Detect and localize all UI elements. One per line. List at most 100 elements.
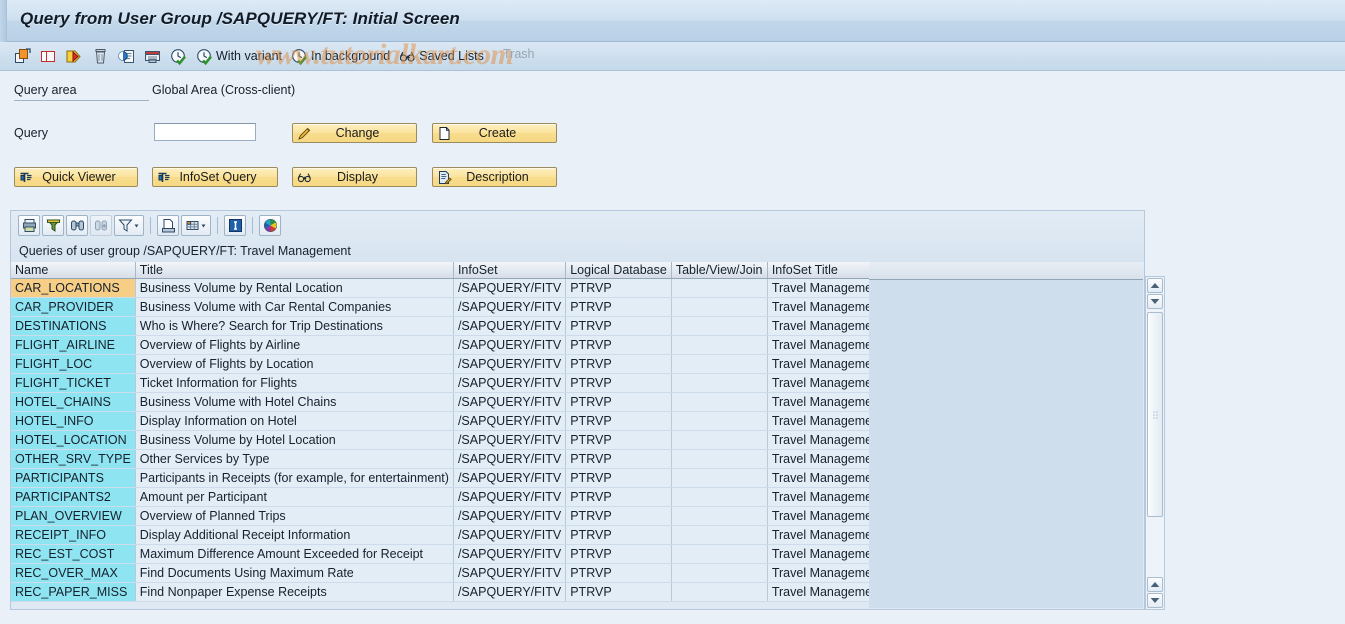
scroll-down-bottom-icon[interactable] xyxy=(1147,593,1163,608)
change-button[interactable]: Change xyxy=(292,123,417,143)
cell-table-view-join[interactable] xyxy=(671,506,768,526)
cell-table-view-join[interactable] xyxy=(671,411,768,431)
cell-name[interactable]: FLIGHT_LOC xyxy=(11,354,136,374)
create-button[interactable]: Create xyxy=(432,123,557,143)
cell-table-view-join[interactable] xyxy=(671,278,768,298)
table-row[interactable]: PARTICIPANTS2 Amount per Participant/SAPQ… xyxy=(11,487,890,507)
cell-infoset[interactable]: /SAPQUERY/FITV xyxy=(453,335,567,355)
cell-name[interactable]: PLAN_OVERVIEW xyxy=(11,506,136,526)
cell-table-view-join[interactable] xyxy=(671,392,768,412)
description-button[interactable]: Description xyxy=(432,167,557,187)
cell-infoset[interactable]: /SAPQUERY/FITV xyxy=(453,411,567,431)
cell-logical-database[interactable]: PTRVP xyxy=(565,563,672,583)
table-row[interactable]: OTHER_SRV_TYPE Other Services by Type/SAP… xyxy=(11,449,890,469)
cell-table-view-join[interactable] xyxy=(671,468,768,488)
table-row[interactable]: FLIGHT_LOC Overview of Flights by Locatio… xyxy=(11,354,890,374)
create-icon[interactable] xyxy=(11,45,34,67)
table-row[interactable]: HOTEL_INFO Display Information on Hotel/S… xyxy=(11,411,890,431)
table-row[interactable]: CAR_PROVIDER Business Volume with Car Ren… xyxy=(11,297,890,317)
cell-name[interactable]: PARTICIPANTS xyxy=(11,468,136,488)
cell-logical-database[interactable]: PTRVP xyxy=(565,411,672,431)
cell-infoset[interactable]: /SAPQUERY/FITV xyxy=(453,582,567,602)
cell-title[interactable]: Overview of Planned Trips xyxy=(135,506,454,526)
vertical-scrollbar[interactable] xyxy=(1145,276,1165,610)
cell-logical-database[interactable]: PTRVP xyxy=(565,506,672,526)
table-row[interactable]: RECEIPT_INFO Display Additional Receipt I… xyxy=(11,525,890,545)
cell-name[interactable]: OTHER_SRV_TYPE xyxy=(11,449,136,469)
with-variant-button[interactable]: With variant xyxy=(193,45,285,67)
cell-title[interactable]: Ticket Information for Flights xyxy=(135,373,454,393)
col-header-name[interactable]: Name xyxy=(11,262,136,279)
cell-logical-database[interactable]: PTRVP xyxy=(565,468,672,488)
cell-infoset[interactable]: /SAPQUERY/FITV xyxy=(453,487,567,507)
cell-logical-database[interactable]: PTRVP xyxy=(565,487,672,507)
cell-table-view-join[interactable] xyxy=(671,430,768,450)
cell-title[interactable]: Business Volume by Hotel Location xyxy=(135,430,454,450)
cell-infoset[interactable]: /SAPQUERY/FITV xyxy=(453,297,567,317)
table-row[interactable]: PLAN_OVERVIEW Overview of Planned Trips/S… xyxy=(11,506,890,526)
cell-name[interactable]: RECEIPT_INFO xyxy=(11,525,136,545)
table-row[interactable]: REC_PAPER_MISS Find Nonpaper Expense Rece… xyxy=(11,582,890,602)
filter-button[interactable] xyxy=(114,214,144,236)
cell-logical-database[interactable]: PTRVP xyxy=(565,354,672,374)
cell-table-view-join[interactable] xyxy=(671,487,768,507)
cell-infoset[interactable]: /SAPQUERY/FITV xyxy=(453,449,567,469)
saved-lists-button[interactable]: Saved Lists xyxy=(396,45,487,67)
table-row[interactable]: HOTEL_CHAINS Business Volume with Hotel C… xyxy=(11,392,890,412)
trash-icon[interactable] xyxy=(89,45,112,67)
table-row[interactable]: HOTEL_LOCATION Business Volume by Hotel L… xyxy=(11,430,890,450)
cell-logical-database[interactable]: PTRVP xyxy=(565,525,672,545)
cell-infoset[interactable]: /SAPQUERY/FITV xyxy=(453,354,567,374)
cell-name[interactable]: REC_EST_COST xyxy=(11,544,136,564)
cell-name[interactable]: HOTEL_CHAINS xyxy=(11,392,136,412)
cell-title[interactable]: Participants in Receipts (for example, f… xyxy=(135,468,454,488)
table-row[interactable]: REC_OVER_MAX Find Documents Using Maximum… xyxy=(11,563,890,583)
cell-table-view-join[interactable] xyxy=(671,449,768,469)
cell-title[interactable]: Overview of Flights by Location xyxy=(135,354,454,374)
cell-title[interactable]: Find Nonpaper Expense Receipts xyxy=(135,582,454,602)
cell-name[interactable]: CAR_LOCATIONS xyxy=(11,278,136,298)
col-header-logical-database[interactable]: Logical Database xyxy=(565,262,672,279)
cell-logical-database[interactable]: PTRVP xyxy=(565,544,672,564)
cell-infoset[interactable]: /SAPQUERY/FITV xyxy=(453,430,567,450)
cell-logical-database[interactable]: PTRVP xyxy=(565,373,672,393)
cell-name[interactable]: PARTICIPANTS2 xyxy=(11,487,136,507)
table-row[interactable]: CAR_LOCATIONS Business Volume by Rental L… xyxy=(11,278,890,298)
cell-title[interactable]: Display Additional Receipt Information xyxy=(135,525,454,545)
cell-infoset[interactable]: /SAPQUERY/FITV xyxy=(453,392,567,412)
in-background-button[interactable]: In background xyxy=(288,45,393,67)
cell-infoset[interactable]: /SAPQUERY/FITV xyxy=(453,468,567,488)
cell-title[interactable]: Business Volume with Hotel Chains xyxy=(135,392,454,412)
cell-infoset[interactable]: /SAPQUERY/FITV xyxy=(453,563,567,583)
sort-filter-button[interactable] xyxy=(42,214,64,236)
cell-table-view-join[interactable] xyxy=(671,354,768,374)
cell-infoset[interactable]: /SAPQUERY/FITV xyxy=(453,373,567,393)
scroll-down-icon[interactable] xyxy=(1147,294,1163,309)
cell-name[interactable]: REC_OVER_MAX xyxy=(11,563,136,583)
find-next-button[interactable] xyxy=(90,214,112,236)
cell-logical-database[interactable]: PTRVP xyxy=(565,430,672,450)
rename-icon[interactable] xyxy=(63,45,86,67)
cell-title[interactable]: Find Documents Using Maximum Rate xyxy=(135,563,454,583)
table-row[interactable]: REC_EST_COST Maximum Difference Amount Ex… xyxy=(11,544,890,564)
cell-table-view-join[interactable] xyxy=(671,335,768,355)
scrollbar-thumb[interactable] xyxy=(1147,312,1163,517)
spreadsheet-button[interactable] xyxy=(181,214,211,236)
cell-name[interactable]: REC_PAPER_MISS xyxy=(11,582,136,602)
compare-icon[interactable] xyxy=(115,45,138,67)
convert-icon[interactable] xyxy=(141,45,164,67)
quick-viewer-button[interactable]: Quick Viewer xyxy=(14,167,138,187)
cell-title[interactable]: Amount per Participant xyxy=(135,487,454,507)
cell-logical-database[interactable]: PTRVP xyxy=(565,582,672,602)
cell-name[interactable]: DESTINATIONS xyxy=(11,316,136,336)
cell-name[interactable]: FLIGHT_TICKET xyxy=(11,373,136,393)
cell-table-view-join[interactable] xyxy=(671,316,768,336)
find-button[interactable] xyxy=(66,214,88,236)
cell-title[interactable]: Other Services by Type xyxy=(135,449,454,469)
cell-logical-database[interactable]: PTRVP xyxy=(565,335,672,355)
cell-title[interactable]: Display Information on Hotel xyxy=(135,411,454,431)
execute-icon[interactable] xyxy=(167,45,190,67)
print-preview-button[interactable] xyxy=(157,214,179,236)
display-button[interactable]: Display xyxy=(292,167,417,187)
cell-name[interactable]: HOTEL_LOCATION xyxy=(11,430,136,450)
